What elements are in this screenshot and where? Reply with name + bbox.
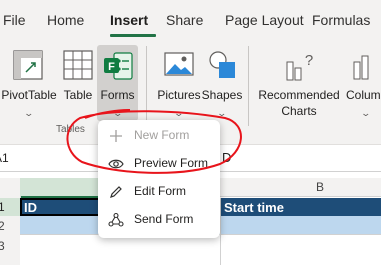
name-box[interactable]: A1 [0,151,9,165]
share-icon [108,212,124,227]
pivottable-button[interactable]: PivotTable ⌄ [0,48,58,128]
row-header-2[interactable]: 2 [0,219,5,233]
menu-item-edit-form[interactable]: Edit Form [98,178,220,206]
tab-home[interactable]: Home [47,12,84,28]
svg-text:F: F [108,61,115,73]
row-header-1[interactable]: 1 [0,198,22,216]
ribbon-tab-bar: File Home Insert Share Page Layout Formu… [0,0,381,40]
annotation-circle [66,109,242,174]
column-label: Column [346,88,381,102]
recommended-label: Recommended [258,88,340,102]
chevron-down-icon: ⌄ [23,108,35,118]
pictures-icon [164,52,194,76]
column-chart-icon [353,55,369,80]
shapes-icon [209,51,235,78]
column-chart-button[interactable]: Column ⌄ [344,48,381,128]
pencil-icon [110,186,122,198]
svg-text:?: ? [305,52,313,69]
cell-divider [220,198,221,265]
table-row [20,234,381,265]
table-icon [63,50,93,80]
forms-icon: F [104,52,133,80]
pivottable-label: PivotTable [1,88,57,102]
recommended-charts-button[interactable]: ? Recommended Charts [256,48,342,128]
cell-b1[interactable]: Start time [224,200,284,215]
tab-file[interactable]: File [3,12,26,28]
charts-label: Charts [281,104,317,118]
chevron-down-icon: ⌄ [360,108,372,118]
recommended-charts-icon: ? [286,52,313,81]
tab-formulas[interactable]: Formulas [312,12,370,28]
tab-share[interactable]: Share [166,12,203,28]
menu-item-send-form[interactable]: Send Form [98,206,220,234]
pivottable-icon [13,50,43,80]
tab-insert[interactable]: Insert [110,12,148,28]
column-header-b[interactable]: B [316,180,324,194]
row-header-3[interactable]: 3 [0,239,5,253]
active-tab-indicator [110,34,156,37]
tab-page-layout[interactable]: Page Layout [225,12,304,28]
